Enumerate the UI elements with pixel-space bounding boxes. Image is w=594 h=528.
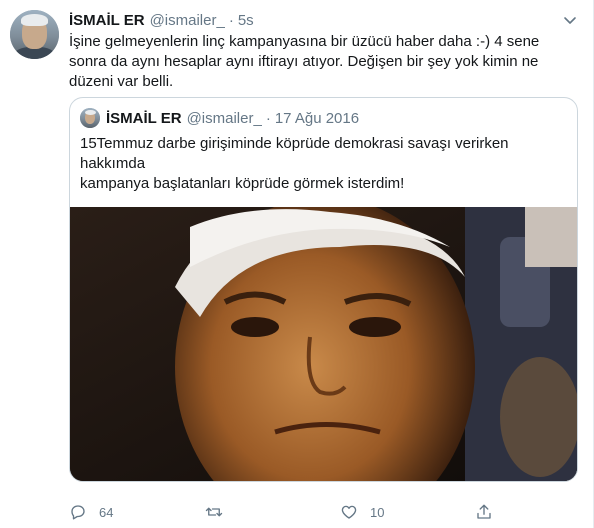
quoted-text-line: 15Temmuz darbe girişiminde köprüde demok… [80, 135, 509, 172]
like-button[interactable]: 10 [340, 500, 384, 524]
author-handle[interactable]: @ismailer_ [150, 12, 225, 29]
quoted-author-avatar [80, 108, 100, 128]
like-icon [341, 505, 357, 519]
share-button[interactable] [475, 500, 493, 524]
quoted-author-handle: @ismailer_ [186, 109, 262, 127]
tweet-actions: 64 10 [69, 500, 574, 524]
quoted-tweet-text: 15Temmuz darbe girişiminde köprüde demok… [80, 134, 560, 194]
tweet[interactable]: İSMAİL ER @ismailer_ · 5s İşine gelmeyen… [0, 0, 594, 528]
reply-count: 64 [99, 504, 114, 520]
quoted-date: 17 Ağu 2016 [274, 109, 360, 127]
quoted-tweet[interactable]: İSMAİL ER @ismailer_ · 17 Ağu 2016 15Tem… [69, 97, 578, 482]
author-name[interactable]: İSMAİL ER [69, 12, 145, 29]
retweet-button[interactable] [205, 500, 235, 524]
like-count: 10 [370, 504, 385, 520]
tweet-timestamp[interactable]: 5s [238, 12, 254, 29]
separator-dot: · [265, 109, 271, 127]
chevron-down-icon[interactable] [562, 12, 578, 28]
separator-dot: · [228, 11, 234, 29]
quoted-text-line: kampanya başlatanları köprüde görmek ist… [80, 175, 405, 192]
author-avatar[interactable] [10, 10, 59, 59]
tweet-header: İSMAİL ER @ismailer_ · 5s [69, 10, 254, 30]
quoted-author-name: İSMAİL ER [106, 109, 182, 127]
tweet-text: İşine gelmeyenlerin linç kampanyasına bi… [69, 33, 540, 90]
quoted-photo[interactable] [70, 207, 577, 481]
reply-button[interactable]: 64 [69, 500, 113, 524]
quoted-tweet-header: İSMAİL ER @ismailer_ · 17 Ağu 2016 [80, 108, 359, 128]
share-icon [477, 504, 491, 519]
retweet-icon [205, 507, 223, 517]
reply-icon [71, 505, 85, 520]
